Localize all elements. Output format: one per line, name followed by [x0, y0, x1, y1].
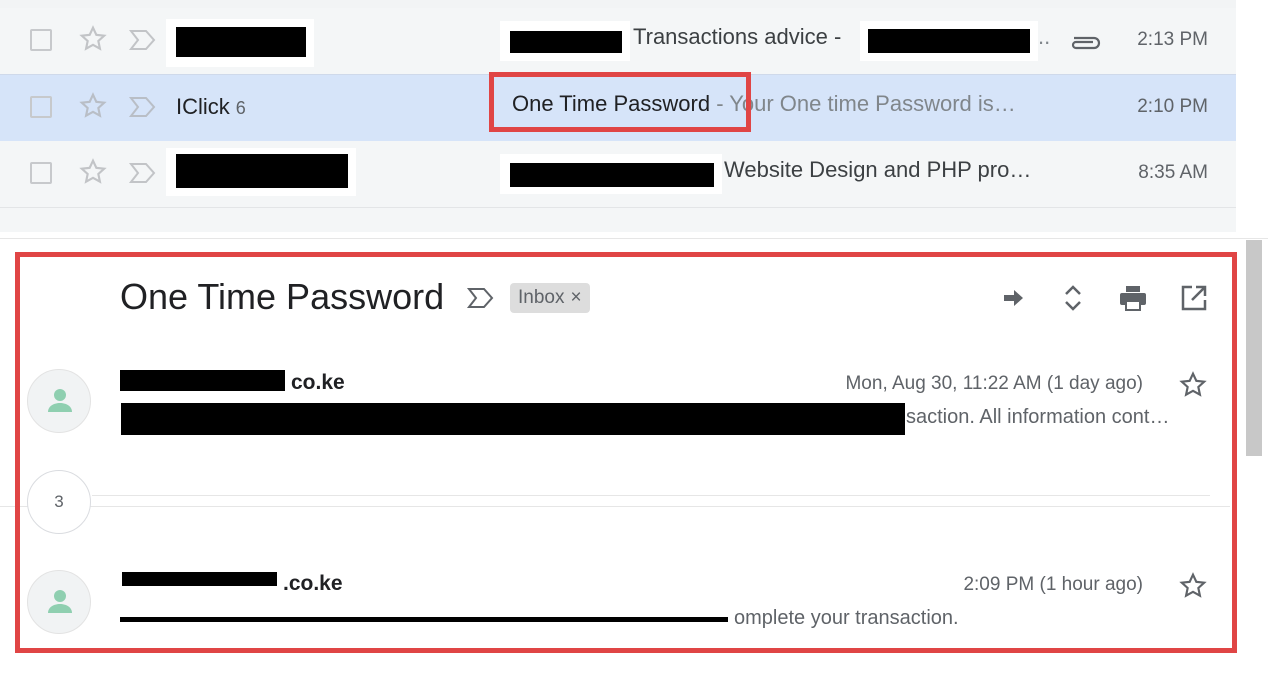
important-marker-icon[interactable] — [128, 93, 158, 121]
redacted-sender — [176, 154, 348, 188]
highlight-box-subject — [489, 72, 751, 132]
attachment-icon — [1071, 36, 1101, 50]
star-icon[interactable] — [77, 23, 109, 55]
redacted-text — [510, 31, 622, 53]
email-time: 8:35 AM — [1138, 162, 1208, 183]
email-preview: Website Design and PHP pro… — [724, 157, 1032, 182]
select-checkbox[interactable] — [30, 29, 52, 51]
email-sender: IClick 6 — [176, 94, 246, 119]
inbox-list: Transactions advice - .. 2:13 PM IClick 6… — [0, 0, 1236, 232]
email-row-partial — [0, 208, 1236, 232]
star-icon[interactable] — [77, 156, 109, 188]
email-row[interactable]: Transactions advice - .. 2:13 PM — [0, 8, 1236, 75]
select-checkbox[interactable] — [30, 96, 52, 118]
email-time: 2:10 PM — [1137, 96, 1208, 117]
scrollbar[interactable] — [1246, 240, 1262, 456]
highlight-box-conversation — [15, 252, 1237, 653]
redacted-text — [868, 29, 1030, 53]
important-marker-icon[interactable] — [128, 159, 158, 187]
select-checkbox[interactable] — [30, 162, 52, 184]
redacted-text — [510, 163, 714, 187]
email-preview: .. — [1038, 24, 1051, 49]
star-icon[interactable] — [77, 90, 109, 122]
redacted-sender — [176, 27, 306, 57]
important-marker-icon[interactable] — [128, 26, 158, 54]
email-subject: Transactions advice - — [633, 24, 842, 49]
email-time: 2:13 PM — [1137, 29, 1208, 50]
email-row[interactable]: Website Design and PHP pro… 8:35 AM — [0, 141, 1236, 208]
